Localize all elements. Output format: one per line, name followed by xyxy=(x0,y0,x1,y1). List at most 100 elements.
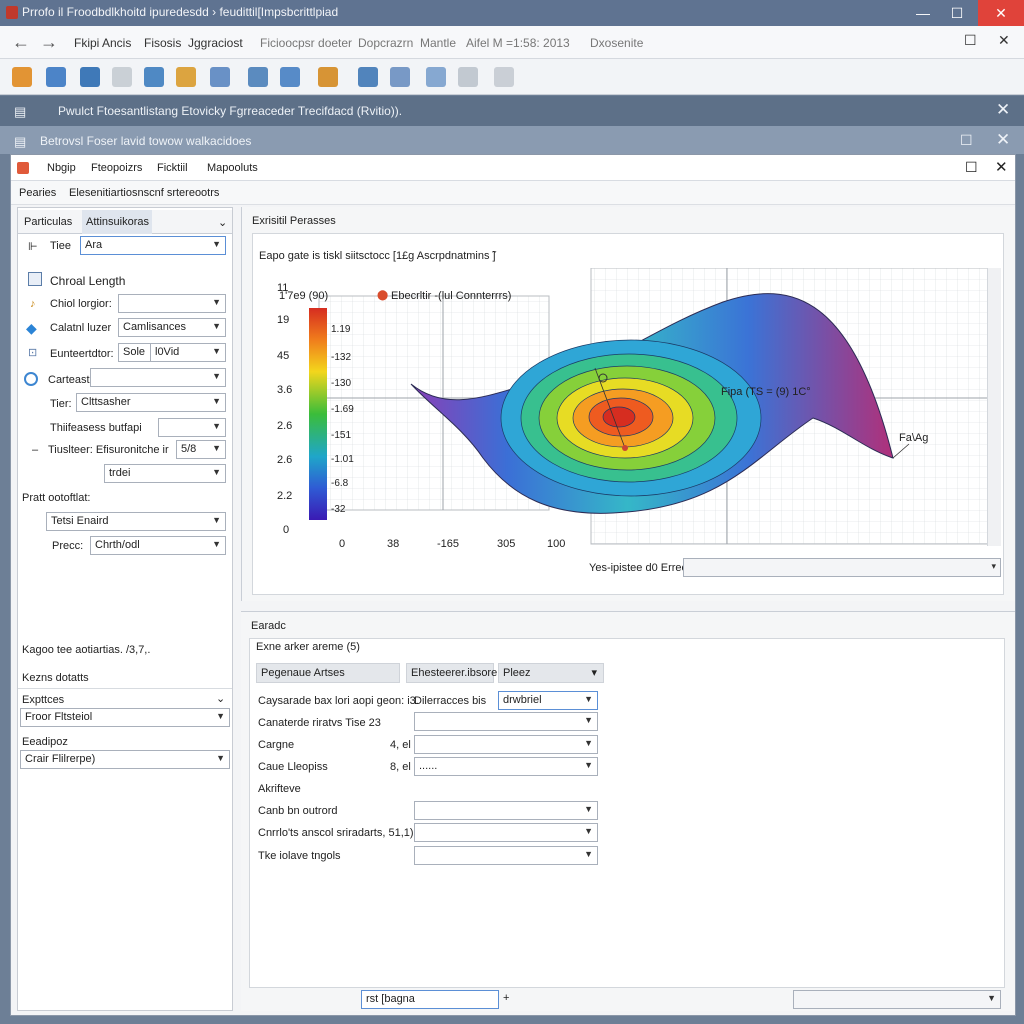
column-header[interactable]: Pleez ▾ xyxy=(498,663,604,683)
close-icon[interactable]: ✕ xyxy=(998,32,1010,49)
column-header[interactable]: Ehesteerer.ibsorer xyxy=(406,663,501,683)
colorbar-tick-label: -6.8 xyxy=(331,478,349,489)
y-tick-label: 2.2 xyxy=(277,490,293,502)
refresh-icon[interactable] xyxy=(458,67,478,87)
cartest-select[interactable]: ▼ xyxy=(90,368,226,387)
inner-menu-item[interactable]: Nbgip xyxy=(47,162,76,174)
constraint-unit-field[interactable]: Sole xyxy=(118,343,152,362)
menu-item[interactable]: Dopcrazrn xyxy=(358,36,413,50)
section-kezns: Kezns dotatts xyxy=(22,672,89,684)
inner-menu-item[interactable]: Mapooluts xyxy=(207,162,258,174)
chart-subtitle: Eapo gate is tiskl siitsctocc [1£g Ascrp… xyxy=(259,250,496,262)
edit-icon[interactable] xyxy=(318,67,338,87)
legend-text: Ebecrltir -(lul Connterrrs) xyxy=(391,290,512,302)
row-select[interactable]: ...... ▼ xyxy=(414,757,598,776)
cluster-label: Tiuslteer: Efisuronitche ir xyxy=(48,444,169,456)
window-icon[interactable] xyxy=(390,67,410,87)
row-label: Canaterde riratvs Tise 23 xyxy=(258,717,381,729)
menu-item[interactable]: Dxosenite xyxy=(590,36,643,50)
forward-arrow-icon[interactable]: → xyxy=(40,32,58,53)
cluster-select[interactable]: 5/8 ▼ xyxy=(176,440,226,459)
constraint-select[interactable]: l0Vid ▼ xyxy=(150,343,226,362)
column-header[interactable]: Pegenaue Artses xyxy=(256,663,400,683)
catalyst-select[interactable]: Camlisances ▼ xyxy=(118,318,226,337)
row-select[interactable]: drwbriel ▼ xyxy=(498,691,598,710)
close-icon[interactable]: ✕ xyxy=(996,130,1010,150)
row-select[interactable]: ▼ xyxy=(414,823,598,842)
image-icon[interactable] xyxy=(144,67,164,87)
add-button[interactable]: + xyxy=(503,992,509,1004)
tab-particulas[interactable]: Particulas xyxy=(20,210,76,234)
legend-marker-icon: ⬤ xyxy=(377,290,389,301)
precc-label: Precc: xyxy=(52,540,84,552)
close-button[interactable]: ✕ xyxy=(978,0,1024,26)
row-select[interactable]: ▼ xyxy=(414,801,598,820)
grid-icon[interactable] xyxy=(210,67,230,87)
chart-scrollbar[interactable] xyxy=(987,268,1001,546)
back-arrow-icon[interactable]: ← xyxy=(12,32,30,53)
contour-chart xyxy=(309,268,992,545)
tree-icon: ⊩ xyxy=(28,241,38,253)
inner-menu-item[interactable]: Ficktiil xyxy=(157,162,188,174)
chevron-down-icon[interactable]: ⌄ xyxy=(216,692,225,705)
ead-select[interactable]: Crair Flilrerpe) ▼ xyxy=(20,750,230,769)
home-icon[interactable] xyxy=(12,67,32,87)
layers-icon[interactable] xyxy=(248,67,268,87)
tetsi-select[interactable]: Tetsi Enaird ▼ xyxy=(46,512,226,531)
save-icon[interactable] xyxy=(80,67,100,87)
maximize-button[interactable]: ☐ xyxy=(934,0,980,26)
close-icon[interactable]: ✕ xyxy=(996,100,1010,120)
precc-select[interactable]: Chrth/odl ▼ xyxy=(90,536,226,555)
tab-attinsuikoras[interactable]: Attinsuikoras xyxy=(82,210,152,234)
title-bar: Prrofo il Froodbdlkhoitd ipuredesdd › fe… xyxy=(0,0,1024,26)
maximize-icon[interactable]: ☐ xyxy=(960,132,973,149)
tiles-icon[interactable] xyxy=(426,67,446,87)
menu-item[interactable]: Ficioocpsr doeter xyxy=(260,36,352,50)
chart-icon[interactable] xyxy=(46,67,66,87)
row-label: Tke iolave tngols xyxy=(258,850,341,862)
close-icon[interactable]: ✕ xyxy=(995,158,1008,176)
menu-item[interactable]: Ancis xyxy=(102,36,131,50)
chevron-down-icon[interactable]: ⌄ xyxy=(214,210,231,234)
exp-select[interactable]: Froor Fltsteiol ▼ xyxy=(20,708,230,727)
maximize-icon[interactable]: ☐ xyxy=(965,159,978,176)
restore-icon[interactable]: ☐ xyxy=(964,32,977,49)
row-label: Cnrrlo'ts anscol sriradarts, 51,1) xyxy=(258,827,414,839)
menu-item[interactable]: Mantle xyxy=(420,36,456,50)
colorbar-tick-label: -130 xyxy=(331,378,352,389)
table-icon xyxy=(28,272,42,286)
tier-select[interactable]: Clttsasher ▼ xyxy=(76,393,226,412)
menu-item[interactable]: Aifel M =1:58: 2013 xyxy=(466,36,570,50)
section-pratt: Pratt ootoftlat: xyxy=(22,492,91,504)
arrow-right-icon[interactable] xyxy=(494,67,514,87)
constraint-label: Eunteertdtor: xyxy=(50,348,114,360)
ead-label: Eeadipoz xyxy=(22,736,68,748)
menu-item[interactable]: Jggraciost xyxy=(188,36,243,50)
doc-icon xyxy=(17,162,29,174)
status-select[interactable]: ▼ xyxy=(793,990,1001,1009)
status-input[interactable]: rst [bagna xyxy=(361,990,499,1009)
shapes-icon[interactable] xyxy=(176,67,196,87)
panel-icon: ▤ xyxy=(14,134,27,149)
table-icon[interactable] xyxy=(280,67,300,87)
properties-panel: Particulas Attinsuikoras ⌄ ⊩ Tiee Ara ▼ C… xyxy=(17,207,233,1011)
chord-select[interactable]: ▼ xyxy=(118,294,226,313)
inner-menu-item[interactable]: Fteopoizrs xyxy=(91,162,142,174)
export-icon[interactable] xyxy=(358,67,378,87)
row-select[interactable]: ▼ xyxy=(414,712,598,731)
row-select[interactable]: ▼ xyxy=(414,735,598,754)
document-bar: ▤ Pwulct Ftoesantlistang Etovicky Fgrrea… xyxy=(0,96,1024,126)
y-tick-label: 2.6 xyxy=(277,454,293,466)
trdei-select[interactable]: trdei ▼ xyxy=(104,464,226,483)
breadcrumb-item[interactable]: Elesenitiartiosnscnf srtereootrs xyxy=(69,187,219,199)
menu-item[interactable]: Fkipi xyxy=(74,36,99,50)
thickness-select[interactable]: ▼ xyxy=(158,418,226,437)
tiee-select[interactable]: Ara ▼ xyxy=(80,236,226,255)
breadcrumb-root[interactable]: Pearies xyxy=(19,187,56,199)
footer-field[interactable]: ▾ xyxy=(683,558,1001,577)
cluster-marker: – xyxy=(32,444,39,456)
menu-item[interactable]: Fisosis xyxy=(144,36,181,50)
print-icon[interactable] xyxy=(112,67,132,87)
chart-panel: Exrisitil Perasses Eapo gate is tiskl si… xyxy=(241,207,1015,601)
row-select[interactable]: ▼ xyxy=(414,846,598,865)
